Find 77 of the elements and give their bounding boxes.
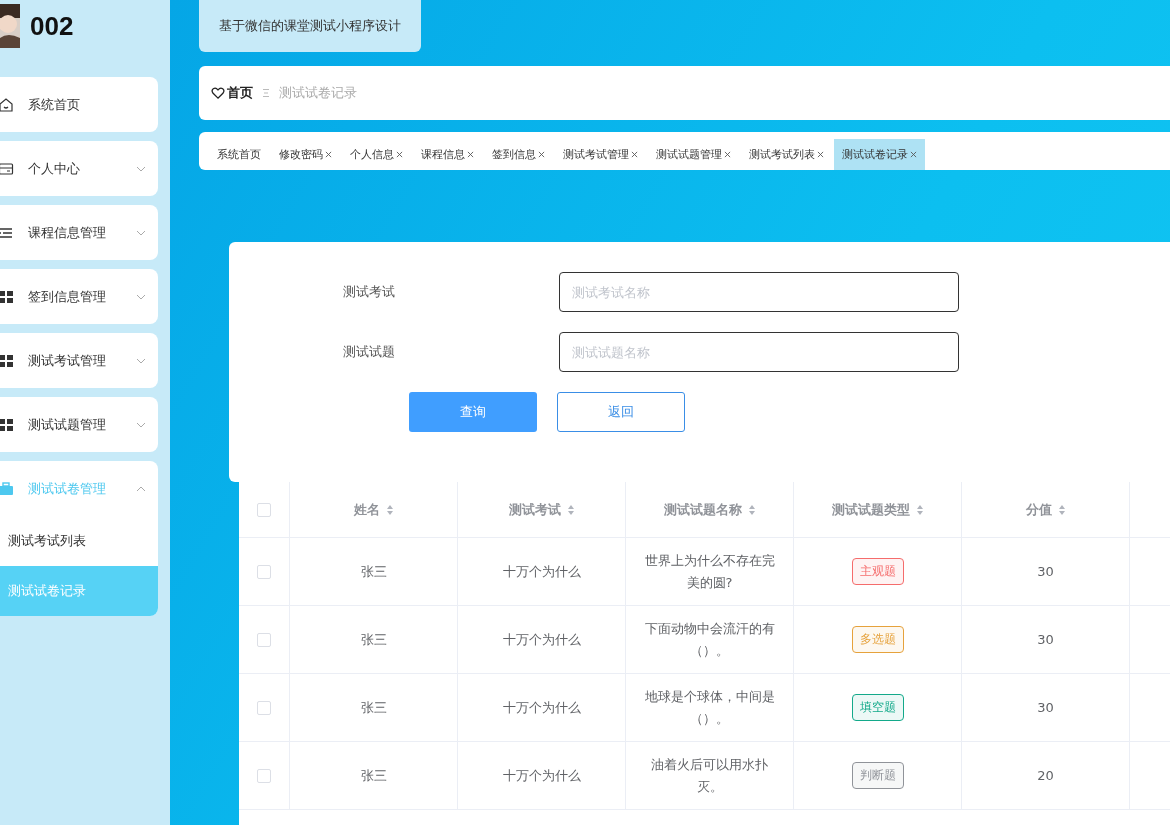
- field-label: 测试试题: [342, 343, 396, 361]
- chevron-up-icon: [136, 485, 146, 492]
- close-icon[interactable]: [538, 151, 545, 158]
- tab[interactable]: 测试考试列表: [741, 139, 832, 170]
- breadcrumb-link[interactable]: 首页: [227, 84, 253, 102]
- close-icon[interactable]: [325, 151, 332, 158]
- table-cell: 十万个为什么: [502, 562, 581, 581]
- table-cell: 张三: [360, 630, 387, 649]
- table-cell: 张三: [360, 698, 387, 717]
- sort-icon[interactable]: [566, 503, 575, 516]
- close-icon[interactable]: [396, 151, 403, 158]
- table-cell-text: 地球是个球体，中间是（）。: [643, 687, 776, 728]
- type-tag: 主观题: [851, 558, 904, 585]
- table-cell-text: 下面动物中会流汗的有（）。: [643, 619, 776, 660]
- sort-icon[interactable]: [915, 503, 924, 516]
- tab[interactable]: 课程信息: [413, 139, 482, 170]
- menu-item[interactable]: 测试考试管理: [0, 333, 158, 388]
- grid-icon: [0, 352, 14, 369]
- table-cell: 张三: [360, 562, 387, 581]
- tab[interactable]: 签到信息: [484, 139, 553, 170]
- sort-icon[interactable]: [385, 503, 394, 516]
- tab[interactable]: 测试试卷记录: [834, 139, 925, 170]
- sort-icon[interactable]: [1057, 503, 1066, 516]
- checkbox[interactable]: [257, 700, 271, 715]
- tab[interactable]: 测试考试管理: [555, 139, 646, 170]
- close-icon[interactable]: [724, 151, 731, 158]
- menu-item[interactable]: 个人中心: [0, 141, 158, 196]
- menu-item[interactable]: 课程信息管理: [0, 205, 158, 260]
- back-button[interactable]: 返回: [557, 392, 685, 432]
- table-cell: 20: [1037, 768, 1054, 783]
- tab[interactable]: 修改密码: [271, 139, 340, 170]
- checkbox[interactable]: [257, 768, 271, 783]
- menu-item[interactable]: 测试试题管理: [0, 397, 158, 452]
- sort-icon[interactable]: [747, 503, 756, 516]
- table-cell: 张三: [360, 766, 387, 785]
- input-field[interactable]: 测试考试名称: [559, 272, 959, 312]
- grid-icon: [0, 416, 14, 433]
- tab[interactable]: 个人信息: [342, 139, 411, 170]
- tab[interactable]: 系统首页: [209, 139, 269, 170]
- app-title: 基于微信的课堂测试小程序设计: [199, 0, 421, 52]
- chevron-down-icon: [136, 357, 146, 364]
- checkbox[interactable]: [257, 502, 271, 517]
- bag-icon: [0, 480, 14, 497]
- home-icon: [0, 96, 14, 113]
- heart-icon: [211, 87, 225, 99]
- field-label: 测试考试: [342, 283, 396, 301]
- chevron-down-icon: [136, 229, 146, 236]
- table-cell: 30: [1037, 700, 1054, 715]
- type-tag: 填空题: [851, 694, 904, 721]
- chevron-down-icon: [136, 293, 146, 300]
- table-cell: 30: [1037, 564, 1054, 579]
- table-cell-text: 油着火后可以用水扑灭。: [650, 755, 769, 796]
- grid-icon: [0, 288, 14, 305]
- username: 002: [30, 10, 74, 42]
- submenu-item[interactable]: 测试考试列表: [0, 516, 158, 566]
- table-cell: 十万个为什么: [502, 630, 581, 649]
- card-icon: [0, 160, 14, 177]
- close-icon[interactable]: [910, 151, 917, 158]
- menu-item[interactable]: 签到信息管理: [0, 269, 158, 324]
- menu-item[interactable]: 系统首页: [0, 77, 158, 132]
- separator-icon: [262, 88, 270, 98]
- checkbox[interactable]: [257, 564, 271, 579]
- close-icon[interactable]: [631, 151, 638, 158]
- input-field[interactable]: 测试试题名称: [559, 332, 959, 372]
- checkbox[interactable]: [257, 632, 271, 647]
- type-tag: 多选题: [851, 626, 904, 653]
- table-cell: 十万个为什么: [502, 698, 581, 717]
- table-cell-text: 世界上为什么不存在完美的圆?: [643, 551, 776, 592]
- table-cell: 30: [1037, 632, 1054, 647]
- table-cell: 十万个为什么: [502, 766, 581, 785]
- tab[interactable]: 测试试题管理: [648, 139, 739, 170]
- close-icon[interactable]: [817, 151, 824, 158]
- close-icon[interactable]: [467, 151, 474, 158]
- chevron-down-icon: [136, 165, 146, 172]
- breadcrumb-current: 测试试卷记录: [279, 84, 357, 102]
- type-tag: 判断题: [851, 762, 904, 789]
- chevron-down-icon: [136, 421, 146, 428]
